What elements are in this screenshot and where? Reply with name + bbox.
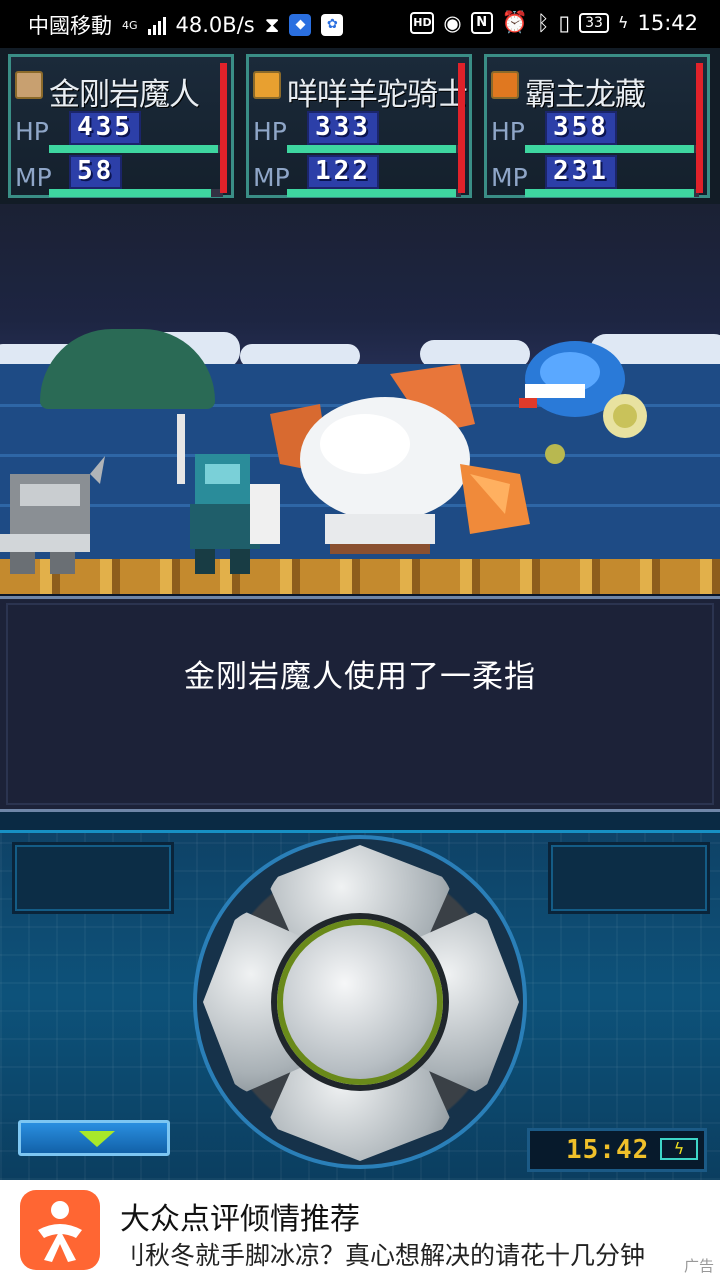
- eye-icon: ◉: [443, 10, 462, 35]
- battle-message-box[interactable]: 金刚岩魔人使用了一柔指: [0, 596, 720, 812]
- menu-toggle-button[interactable]: [18, 1120, 170, 1156]
- hp-label: HP: [15, 117, 49, 146]
- alarm-icon: ⏰: [501, 10, 528, 34]
- network-type: 4G: [122, 18, 138, 32]
- mp-label: MP: [491, 163, 528, 192]
- party-member-card[interactable]: 咩咩羊驼骑士 HP 333 MP 122: [246, 54, 472, 198]
- member-name: 咩咩羊驼骑士: [287, 77, 468, 113]
- status-bar: 中國移動 4G 48.0B/s ⧗ ◆ ✿ HD ◉ N ⏰ ᛒ ▯ 33 ϟ …: [0, 0, 720, 48]
- person-icon: [38, 1201, 82, 1262]
- vibrate-icon: ▯: [558, 10, 571, 35]
- charging-icon: ϟ: [617, 13, 629, 32]
- mp-label: MP: [253, 163, 290, 192]
- clock-time: 15:42: [637, 10, 698, 35]
- battery-level: 33: [585, 14, 603, 31]
- hp-gauge: [287, 145, 461, 153]
- armored-monster-sprite: [0, 456, 105, 574]
- status-bar-red: [220, 63, 227, 193]
- signal-icon: [147, 15, 166, 35]
- message-frame: [6, 603, 714, 805]
- hp-gauge-fill: [49, 145, 218, 153]
- mp-value: 58: [69, 155, 123, 189]
- mp-gauge-fill: [525, 189, 694, 197]
- hp-gauge-fill: [287, 145, 456, 153]
- paw-app-icon: ✿: [321, 14, 344, 36]
- hourglass-icon: ⧗: [264, 12, 280, 37]
- confirm-button[interactable]: [277, 919, 443, 1085]
- right-shoulder-button[interactable]: [548, 842, 710, 914]
- status-bar-red: [696, 63, 703, 193]
- mp-gauge: [49, 189, 223, 197]
- grass-element-icon: [253, 71, 281, 99]
- ad-title: 大众点评倾情推荐: [120, 1202, 360, 1237]
- fire-element-icon: [491, 71, 519, 99]
- party-member-card[interactable]: 霸主龙藏 HP 358 MP 231: [484, 54, 710, 198]
- net-speed: 48.0B/s: [175, 13, 255, 37]
- member-name: 霸主龙藏: [525, 77, 646, 113]
- mp-value: 231: [545, 155, 617, 189]
- blue-dragon-sprite: [519, 341, 647, 464]
- battery-charging-icon: ϟ: [660, 1138, 698, 1160]
- member-name: 金刚岩魔人: [49, 77, 200, 113]
- battery-icon: 33: [579, 12, 609, 33]
- ad-banner[interactable]: 大众点评倾情推荐 刂秋冬就手脚冰凉？真心想解决的请花十几分钟 广告: [0, 1180, 720, 1280]
- mp-gauge-fill: [287, 189, 456, 197]
- hp-gauge-fill: [525, 145, 694, 153]
- battle-scene: [0, 204, 720, 594]
- mp-gauge-fill: [49, 189, 211, 197]
- battle-message: 金刚岩魔人使用了一柔指: [184, 659, 536, 695]
- party-panel: 金刚岩魔人 HP 435 MP 58 咩咩羊驼骑士 HP 333 MP 122 …: [0, 48, 720, 204]
- dianping-logo: [20, 1190, 100, 1270]
- hp-label: HP: [253, 117, 287, 146]
- mp-value: 122: [307, 155, 379, 189]
- shield-app-icon: ◆: [289, 14, 312, 36]
- ad-description: 刂秋冬就手脚冰凉？真心想解决的请花十几分钟: [120, 1241, 646, 1270]
- party-member-card[interactable]: 金刚岩魔人 HP 435 MP 58: [8, 54, 234, 198]
- carrier-label: 中國移動: [28, 14, 112, 38]
- ad-tag: 广告: [683, 1257, 714, 1275]
- hd-icon: HD: [410, 11, 435, 34]
- hp-gauge: [525, 145, 699, 153]
- hp-gauge: [49, 145, 223, 153]
- bluetooth-icon: ᛒ: [536, 10, 550, 35]
- mp-gauge: [525, 189, 699, 197]
- hp-label: HP: [491, 117, 525, 146]
- hp-value: 435: [69, 111, 141, 145]
- nfc-icon: N: [470, 11, 493, 34]
- left-shoulder-button[interactable]: [12, 842, 174, 914]
- hp-value: 358: [545, 111, 617, 145]
- rock-element-icon: [15, 71, 43, 99]
- chevron-down-icon: [79, 1131, 115, 1147]
- controller-trim: [0, 812, 720, 833]
- mp-label: MP: [15, 163, 52, 192]
- status-bar-red: [458, 63, 465, 193]
- hp-value: 333: [307, 111, 379, 145]
- mp-gauge: [287, 189, 461, 197]
- egg-monster-sprite: [270, 364, 530, 554]
